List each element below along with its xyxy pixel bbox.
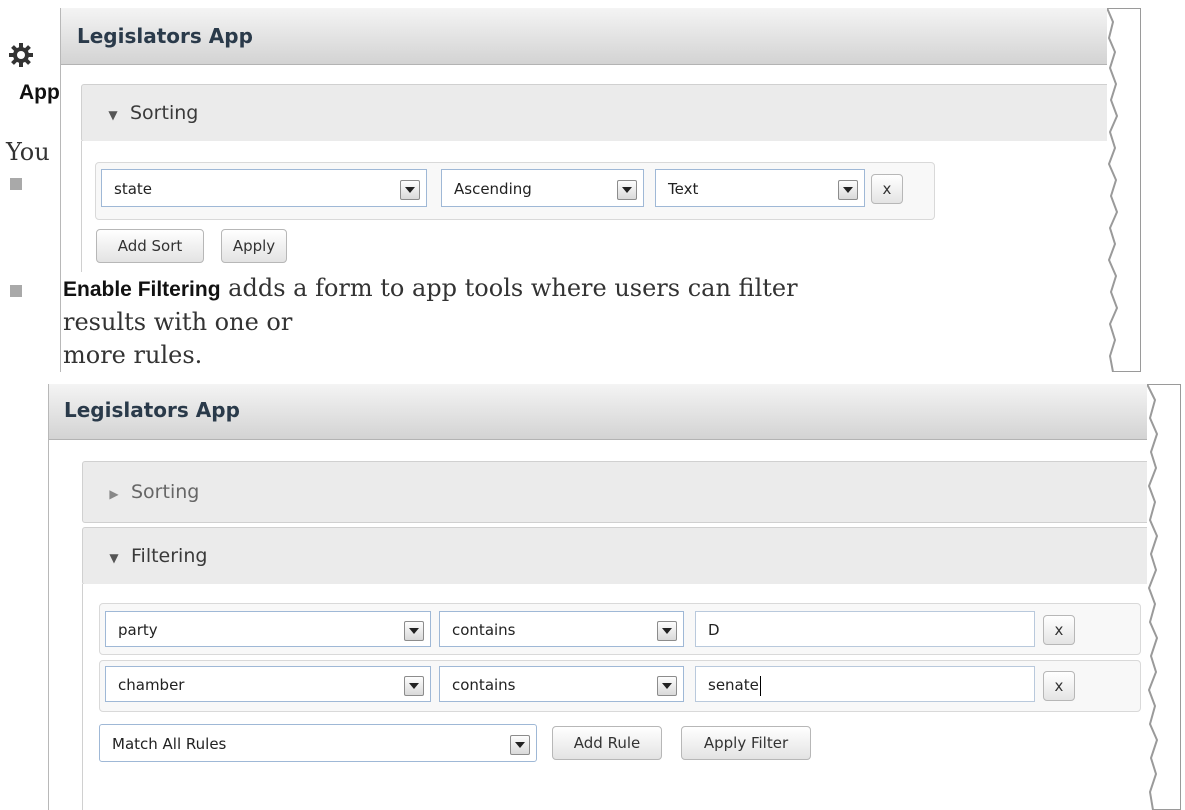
- filter-field-select[interactable]: party: [105, 611, 431, 647]
- bullet-icon: [10, 285, 22, 297]
- filter-field-value: chamber: [118, 676, 185, 694]
- sort-direction-value: Ascending: [454, 180, 532, 198]
- sort-field-value: state: [114, 180, 152, 198]
- filter-value-input[interactable]: D: [695, 611, 1035, 647]
- sorting-header-label: Sorting: [131, 481, 200, 503]
- filter-value-text: D: [708, 621, 720, 639]
- app-titlebar: Legislators App: [49, 384, 1181, 440]
- dropdown-arrow-icon[interactable]: [617, 180, 637, 200]
- filter-value-input[interactable]: senate: [695, 666, 1035, 702]
- add-rule-button[interactable]: Add Rule: [552, 726, 662, 760]
- dropdown-arrow-icon[interactable]: [404, 621, 424, 641]
- filter-value-text: senate: [708, 676, 759, 694]
- dropdown-arrow-icon[interactable]: [400, 180, 420, 200]
- filtering-panel-header[interactable]: ▼ Filtering: [82, 527, 1164, 585]
- filtering-desc-line2: more rules.: [63, 341, 203, 369]
- filter-operator-value: contains: [452, 621, 516, 639]
- dropdown-arrow-icon[interactable]: [657, 621, 677, 641]
- sorting-header-label: Sorting: [130, 102, 199, 124]
- apply-sort-button[interactable]: Apply: [221, 229, 287, 263]
- sort-direction-select[interactable]: Ascending: [441, 169, 644, 207]
- doc-heading: App: [19, 81, 60, 104]
- filter-operator-select[interactable]: contains: [439, 611, 684, 647]
- legislators-app-filtering-screenshot: Legislators App ▶ Sorting ▼ Filtering part…: [48, 384, 1181, 810]
- sort-field-select[interactable]: state: [101, 169, 427, 207]
- dropdown-arrow-icon[interactable]: [657, 676, 677, 696]
- filter-operator-select[interactable]: contains: [439, 666, 684, 702]
- filtering-term: Enable Filtering: [63, 278, 221, 301]
- caret-down-icon: ▼: [109, 551, 119, 565]
- filtering-description: Enable Filtering adds a form to app tool…: [61, 272, 863, 372]
- gear-icon: [8, 42, 34, 68]
- filter-field-select[interactable]: chamber: [105, 666, 431, 702]
- sorting-panel-header[interactable]: ▼ Sorting: [81, 84, 1123, 142]
- app-titlebar: Legislators App: [61, 8, 1141, 65]
- caret-right-icon: ▶: [109, 487, 119, 501]
- sorting-panel-header[interactable]: ▶ Sorting: [82, 461, 1164, 523]
- remove-rule-button[interactable]: x: [1043, 615, 1075, 645]
- torn-edge: [1147, 384, 1181, 810]
- caret-down-icon: ▼: [108, 108, 118, 122]
- dropdown-arrow-icon[interactable]: [838, 180, 858, 200]
- sort-type-select[interactable]: Text: [655, 169, 865, 207]
- remove-sort-button[interactable]: x: [871, 174, 903, 204]
- bullet-icon: [10, 178, 22, 190]
- dropdown-arrow-icon[interactable]: [404, 676, 424, 696]
- filter-operator-value: contains: [452, 676, 516, 694]
- doc-intro-text: You: [6, 138, 50, 166]
- torn-edge: [1107, 8, 1141, 372]
- filtering-header-label: Filtering: [131, 545, 208, 567]
- apply-filter-button[interactable]: Apply Filter: [681, 726, 811, 760]
- add-sort-button[interactable]: Add Sort: [96, 229, 204, 263]
- match-mode-value: Match All Rules: [112, 735, 227, 753]
- filter-field-value: party: [118, 621, 158, 639]
- sort-type-value: Text: [668, 180, 699, 198]
- match-mode-select[interactable]: Match All Rules: [99, 724, 537, 762]
- remove-rule-button[interactable]: x: [1043, 671, 1075, 701]
- dropdown-arrow-icon[interactable]: [510, 735, 530, 755]
- text-cursor: [759, 675, 761, 696]
